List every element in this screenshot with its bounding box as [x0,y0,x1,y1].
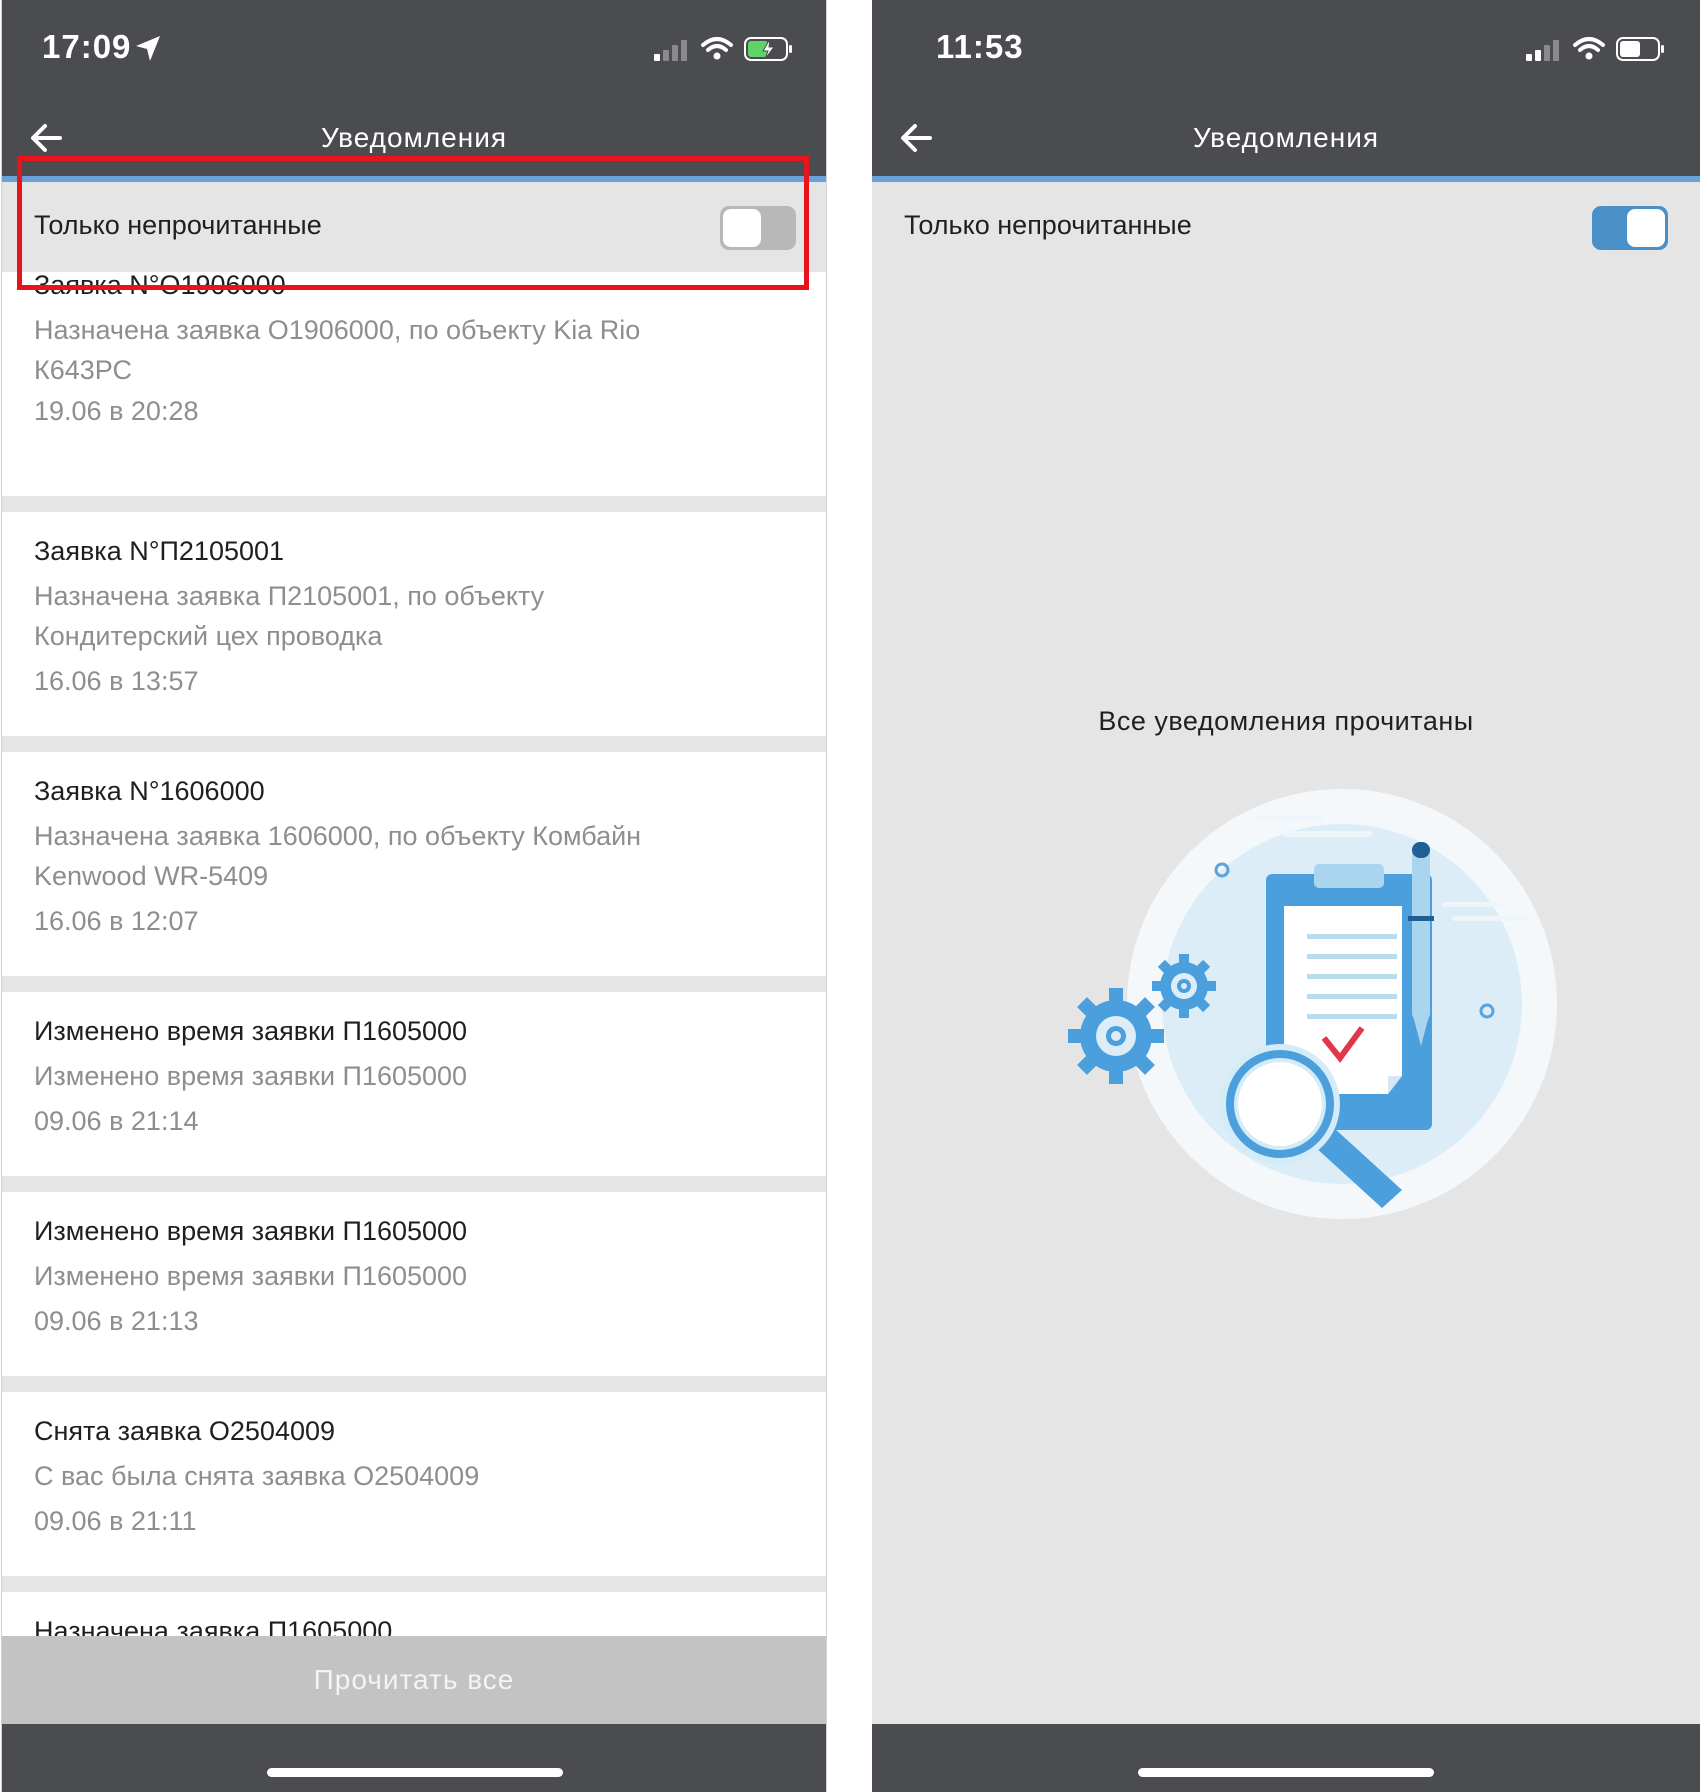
notification-title: Изменено время заявки П1605000 [34,1216,468,1246]
status-icons [652,36,795,67]
bottom-bar [2,1724,826,1792]
wifi-icon [701,37,734,60]
notification-body-line: К643РС [34,355,132,385]
unread-only-filter-row: Только непрочитанные [2,182,826,272]
signal-icon [654,40,687,61]
notification-title: Изменено время заявки П1605000 [34,1016,468,1046]
notification-body: Назначена заявка 1606000, по объекту Ком… [34,816,734,896]
status-time: 17:09 [42,28,132,65]
top-bar: 17:09 Уведомления [2,0,826,176]
notification-card[interactable]: Заявка N°1606000 Назначена заявка 160600… [2,752,826,976]
notification-body-line: Назначена заявка О1906000, по объекту Ki… [34,315,641,345]
unread-only-toggle[interactable] [1592,206,1668,250]
notification-body-line: С вас была снята заявка О2504009 [34,1461,480,1491]
notification-body: Изменено время заявки П1605000 [34,1256,734,1296]
notification-title: Заявка N°1606000 [34,776,265,806]
home-indicator[interactable] [1138,1768,1434,1777]
notification-card[interactable]: Заявка N°О1906000 Назначена заявка О1906… [2,270,826,496]
toggle-knob [723,209,761,247]
page-title: Уведомления [320,122,508,153]
notification-date: 16.06 в 12:07 [34,906,199,936]
notification-card[interactable]: Изменено время заявки П1605000 Изменено … [2,1192,826,1376]
notification-body: Назначена заявка П2105001, по объекту Ко… [34,576,734,656]
toggle-knob [1627,209,1665,247]
notification-title: Заявка N°П2105001 [34,536,285,566]
notification-title: Заявка N°О1906000 [34,270,286,300]
left-phone-screen: 17:09 Уведомления Только непрочитанные З… [1,0,827,1792]
notification-body: Назначена заявка О1906000, по объекту Ki… [34,310,734,390]
status-icons [1524,36,1667,67]
notification-body: С вас была снята заявка О2504009 [34,1456,734,1496]
notification-body-line: Изменено время заявки П1605000 [34,1061,468,1091]
notification-date: 19.06 в 20:28 [34,396,199,426]
notification-card[interactable]: Снята заявка О2504009 С вас была снята з… [2,1392,826,1576]
unread-only-label: Только непрочитанные [904,210,1192,240]
page-title: Уведомления [1192,122,1380,153]
status-time: 11:53 [936,28,1024,65]
notification-date: 09.06 в 21:11 [34,1506,197,1536]
notification-body-line: Кондитерский цех проводка [34,621,383,651]
notification-body: Изменено время заявки П1605000 [34,1056,734,1096]
signal-icon [1526,40,1559,61]
home-indicator[interactable] [267,1768,563,1777]
bottom-bar [872,1724,1700,1792]
battery-icon [1615,37,1664,61]
notification-date: 16.06 в 13:57 [34,666,199,696]
notification-title: Снята заявка О2504009 [34,1416,336,1446]
notification-body-line: Назначена заявка 1606000, по объекту Ком… [34,821,642,851]
notification-body-line: Изменено время заявки П1605000 [34,1261,468,1291]
wifi-icon [1573,37,1606,60]
battery-icon [743,37,792,61]
read-all-button[interactable]: Прочитать все [2,1636,826,1724]
notification-card[interactable]: Изменено время заявки П1605000 Изменено … [2,992,826,1176]
empty-state-message: Все уведомления прочитаны [1098,706,1474,736]
top-bar: 11:53 Уведомления [872,0,1700,176]
unread-only-toggle[interactable] [720,206,796,250]
location-arrow-icon [136,36,160,61]
unread-only-filter-row: Только непрочитанные [872,182,1700,272]
notification-card[interactable]: Заявка N°П2105001 Назначена заявка П2105… [2,512,826,736]
notification-body-line: Kenwood WR-5409 [34,861,269,891]
notification-body-line: Назначена заявка П2105001, по объекту [34,581,545,611]
notification-date: 09.06 в 21:13 [34,1306,199,1336]
empty-notifications-illustration [1068,789,1557,1219]
right-phone-screen: 11:53 Уведомления Только непрочитанные В… [872,0,1700,1792]
notification-date: 09.06 в 21:14 [34,1106,199,1136]
unread-only-label: Только непрочитанные [34,210,322,240]
